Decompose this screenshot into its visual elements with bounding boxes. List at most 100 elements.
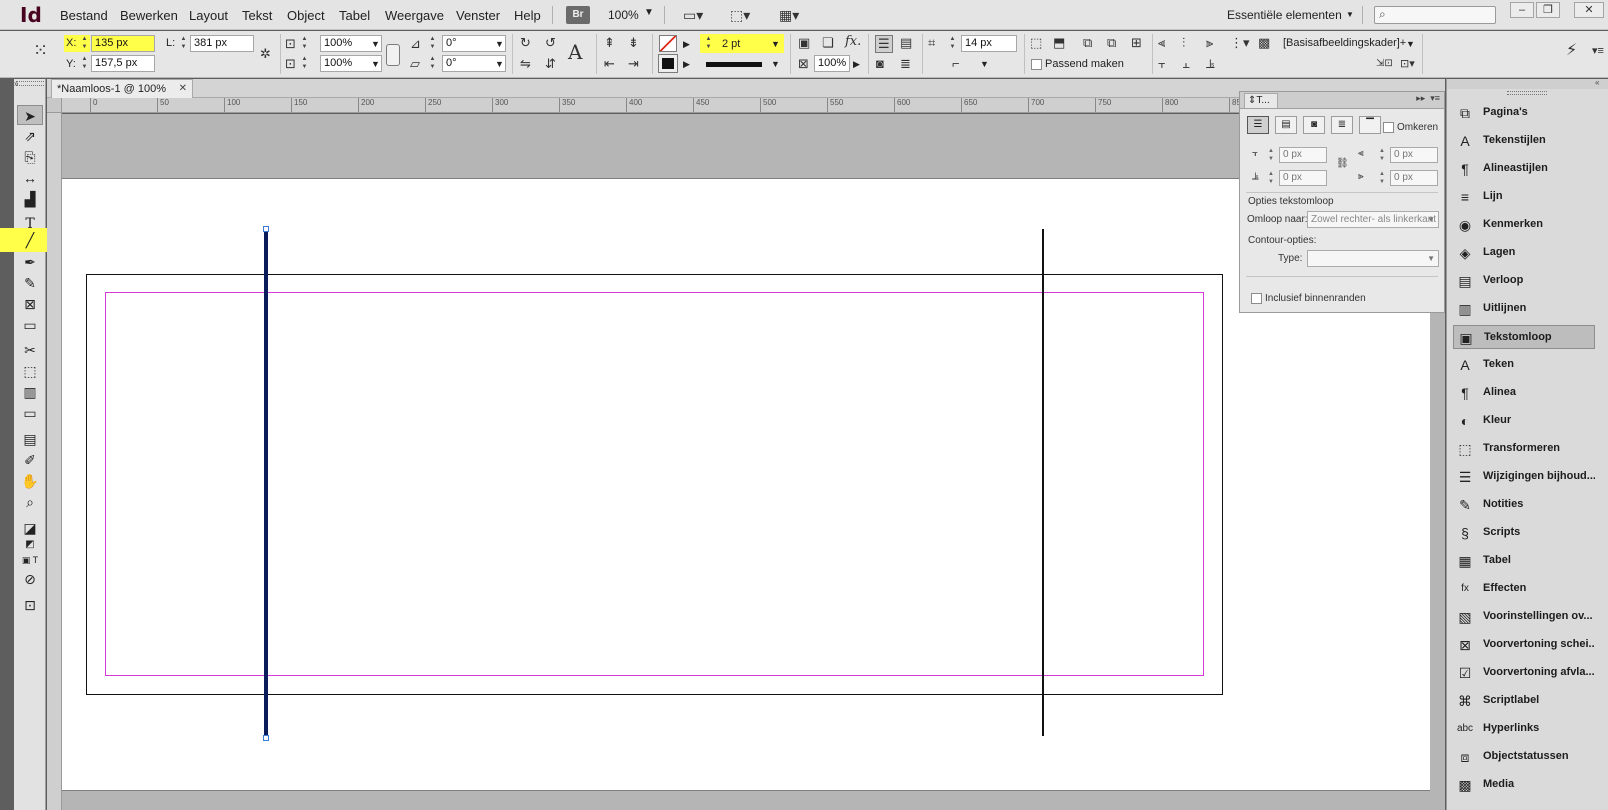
menu-layout[interactable]: Layout	[189, 8, 228, 23]
vertical-ruler[interactable]	[47, 98, 62, 810]
bridge-button[interactable]: Br	[566, 6, 590, 24]
left-offset-spinner[interactable]: ▲ ▼	[1377, 147, 1387, 163]
wrap-jump-object-icon[interactable]: ≣	[900, 56, 911, 72]
flip-vertical-icon[interactable]: ⇵	[545, 56, 556, 72]
text-wrap-panel-header[interactable]: ⇕T... ▸▸ ▾≡	[1240, 92, 1444, 109]
align-horizontal-centers-icon[interactable]: ⫶	[1182, 35, 1185, 51]
clear-overrides-icon[interactable]: ⇲⊡	[1376, 56, 1393, 72]
dock-item-table[interactable]: ▦ Tabel	[1453, 549, 1595, 573]
dock-item-scripts[interactable]: § Scripts	[1453, 521, 1595, 545]
dock-item-attributes[interactable]: ◉ Kenmerken	[1453, 213, 1595, 237]
create-style-icon[interactable]: ⊡▾	[1400, 56, 1415, 72]
constrain-proportions-icon[interactable]: ✲	[260, 46, 271, 62]
fill-swatch[interactable]	[659, 35, 677, 52]
gradient-swatch-tool-icon[interactable]: ▥	[17, 382, 43, 402]
wrap-object-shape-icon[interactable]: ◙	[1303, 116, 1325, 134]
arrange-documents-icon[interactable]: ▦▾	[779, 7, 805, 23]
auto-fit-checkbox[interactable]	[1031, 59, 1042, 70]
wrap-none-icon[interactable]: ☰	[1247, 116, 1269, 134]
include-inside-edges-checkbox[interactable]	[1251, 293, 1262, 304]
stroke-styles-icon[interactable]: ▣	[798, 35, 810, 51]
dock-grip[interactable]	[1507, 91, 1547, 95]
corner-size-field[interactable]: 14 px	[961, 35, 1017, 52]
zoom-level[interactable]: 100%	[608, 8, 639, 22]
y-spinner[interactable]: ▲ ▼	[80, 55, 89, 72]
menu-weergave[interactable]: Weergave	[385, 8, 444, 23]
line-handle-bottom[interactable]	[263, 735, 269, 741]
shear-spinner[interactable]: ▲ ▼	[428, 55, 437, 72]
wrap-bounding-box-icon[interactable]: ▤	[900, 35, 912, 51]
dock-item-pages[interactable]: ⧉ Pagina's	[1453, 101, 1595, 125]
menu-tekst[interactable]: Tekst	[242, 8, 272, 23]
y-field[interactable]: 157,5 px	[91, 55, 155, 72]
panel-menu-icon[interactable]: ▾≡	[1592, 43, 1604, 59]
dock-item-media[interactable]: ▩ Media	[1453, 773, 1595, 797]
dock-item-object-states[interactable]: ⧈ Objectstatussen	[1453, 745, 1595, 769]
view-options-icon[interactable]: ▭▾	[683, 7, 709, 23]
dock-item-layers[interactable]: ◈ Lagen	[1453, 241, 1595, 265]
selection-tool-icon[interactable]: ➤	[17, 105, 43, 125]
dock-item-flattener-preview[interactable]: ☑ Voorvertoning afvla...	[1453, 661, 1595, 685]
expand-panels-icon[interactable]: «	[1595, 78, 1599, 87]
dock-item-notes[interactable]: ✎ Notities	[1453, 493, 1595, 517]
stroke-weight-spinner[interactable]: ▲ ▼	[704, 35, 713, 52]
dock-item-presets[interactable]: ▧ Voorinstellingen ov...	[1453, 605, 1595, 629]
chevron-down-icon[interactable]: ▼	[644, 7, 654, 18]
chevron-down-icon[interactable]: ▼	[1406, 39, 1415, 49]
fill-frame-proportionally-icon[interactable]: ⧉	[1083, 35, 1092, 51]
menu-bewerken[interactable]: Bewerken	[120, 8, 178, 23]
align-top-edges-icon[interactable]: ⫟	[1158, 56, 1166, 72]
dock-item-character-styles[interactable]: A Tekenstijlen	[1453, 129, 1595, 153]
minimize-button[interactable]: –	[1510, 2, 1534, 18]
wrap-bounding-box-icon[interactable]: ▤	[1275, 116, 1297, 134]
rotate-spinner[interactable]: ▲ ▼	[428, 35, 437, 52]
x-field[interactable]: 135 px	[91, 35, 155, 52]
menu-help[interactable]: Help	[514, 8, 541, 23]
align-left-edges-icon[interactable]: ⫷	[1158, 35, 1165, 51]
dock-item-text-wrap[interactable]: ▣ Tekstomloop	[1453, 325, 1595, 349]
formatting-affects-icon[interactable]: ▣ T	[17, 550, 43, 570]
center-content-icon[interactable]: ⊞	[1131, 35, 1142, 51]
stroke-type-preview[interactable]	[706, 62, 762, 67]
corner-options-icon[interactable]: ⌗	[928, 35, 935, 51]
opacity-field[interactable]: 100%	[814, 55, 850, 72]
zoom-tool-icon[interactable]: ⌕	[17, 492, 43, 512]
align-vertical-centers-icon[interactable]: ⫠	[1182, 56, 1190, 72]
hand-tool-icon[interactable]: ✋	[17, 471, 43, 491]
length-field[interactable]: 381 px	[190, 35, 254, 52]
content-collector-icon[interactable]: ▟	[17, 189, 43, 209]
dock-header[interactable]	[1447, 79, 1608, 89]
invert-checkbox[interactable]	[1383, 122, 1394, 133]
stroke-swatch[interactable]	[658, 54, 678, 73]
chevron-down-icon[interactable]: ▼	[771, 59, 780, 69]
align-bottom-edges-icon[interactable]: ⫡	[1206, 56, 1215, 72]
stroke-weight-field[interactable]: 2 pt	[722, 38, 740, 50]
chevron-down-icon[interactable]: ▼	[771, 39, 780, 49]
menu-venster[interactable]: Venster	[456, 8, 500, 23]
ruler-origin[interactable]	[47, 98, 62, 113]
top-offset-spinner[interactable]: ▲ ▼	[1266, 147, 1276, 163]
bottom-offset-spinner[interactable]: ▲ ▼	[1266, 170, 1276, 186]
chevron-right-icon[interactable]: ▶	[683, 59, 690, 70]
dock-item-hyperlinks[interactable]: abc Hyperlinks	[1453, 717, 1595, 741]
contour-type-select[interactable]: ▼	[1307, 250, 1439, 267]
scale-x-spinner[interactable]: ▲ ▼	[300, 35, 309, 52]
workspace-switcher[interactable]: Essentiële elementen	[1227, 8, 1342, 22]
wrap-object-shape-icon[interactable]: ◙	[876, 56, 884, 72]
dock-item-color[interactable]: ◐ Kleur	[1453, 409, 1595, 433]
chevron-down-icon[interactable]: ▼	[495, 39, 504, 49]
dock-item-paragraph-styles[interactable]: ¶ Alineastijlen	[1453, 157, 1595, 181]
select-content-icon[interactable]: ⇟	[628, 35, 639, 51]
bottom-offset-field[interactable]: 0 px	[1279, 170, 1327, 186]
text-wrap-tab[interactable]: ⇕T...	[1244, 93, 1278, 108]
pencil-tool-icon[interactable]: ✎	[17, 273, 43, 293]
panel-menu-icon[interactable]: ▸▸ ▾≡	[1416, 93, 1440, 104]
flip-horizontal-icon[interactable]: ⇋	[520, 56, 531, 72]
rectangle-frame-tool-icon[interactable]: ⊠	[17, 294, 43, 314]
direct-selection-tool-icon[interactable]: ⇗	[17, 126, 43, 146]
chevron-right-icon[interactable]: ▶	[853, 59, 860, 70]
wrap-none-icon[interactable]: ☰	[875, 35, 893, 53]
menu-bestand[interactable]: Bestand	[60, 8, 108, 23]
chevron-down-icon[interactable]: ▼	[495, 59, 504, 69]
link-icon[interactable]	[386, 44, 400, 66]
